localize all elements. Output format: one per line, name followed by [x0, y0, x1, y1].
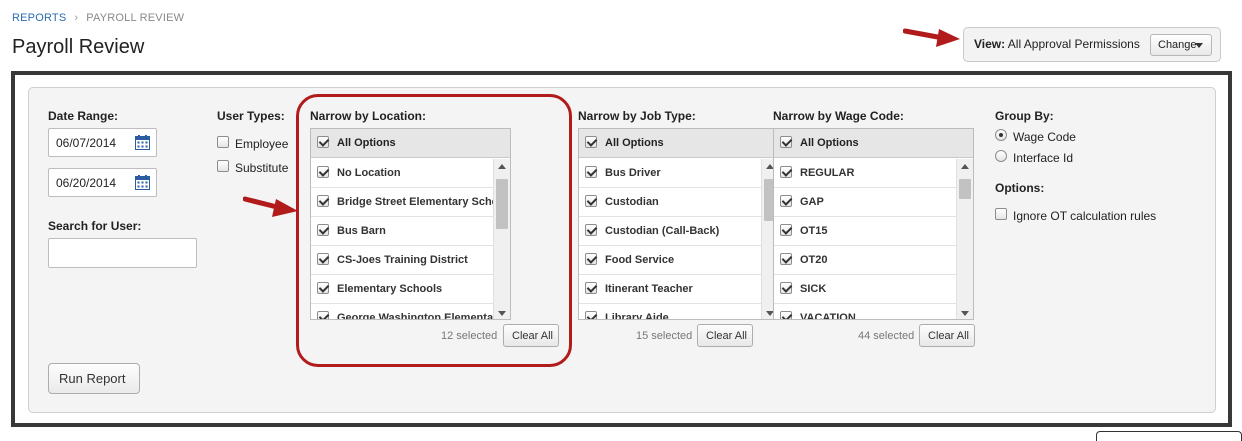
red-arrow-icon	[903, 28, 960, 47]
bottom-tab	[1096, 431, 1242, 441]
interface-id-radio[interactable]	[995, 150, 1007, 162]
list-item-label: Custodian	[605, 196, 659, 208]
employee-label: Employee	[235, 137, 289, 151]
wage-code-radio-label: Wage Code	[1013, 130, 1076, 144]
list-item-label: OT15	[800, 225, 828, 237]
user-types-label: User Types:	[217, 109, 285, 123]
ignore-ot-checkbox[interactable]	[995, 208, 1007, 220]
change-label: Change	[1158, 39, 1197, 51]
view-value: All Approval Permissions	[1007, 37, 1140, 51]
red-arrow-icon	[243, 196, 298, 217]
list-item-label: VACATION	[800, 312, 856, 320]
list-item-checkbox[interactable]	[585, 166, 597, 178]
list-item[interactable]: REGULAR	[774, 159, 958, 188]
list-item-label: OT20	[800, 254, 828, 266]
list-item[interactable]: Food Service	[579, 246, 763, 275]
list-item-label: REGULAR	[800, 167, 855, 179]
options-label: Options:	[995, 181, 1045, 195]
highlight-oval	[296, 94, 572, 367]
breadcrumb-separator: ›	[74, 12, 79, 24]
wage-code-all-checkbox[interactable]	[780, 136, 792, 148]
scrollbar[interactable]	[956, 159, 973, 319]
job-type-label: Narrow by Job Type:	[578, 109, 696, 123]
list-item-checkbox[interactable]	[585, 195, 597, 207]
list-item-label: Library Aide	[605, 312, 669, 320]
list-item-label: GAP	[800, 196, 824, 208]
group-by-label: Group By:	[995, 109, 1054, 123]
ignore-ot-label: Ignore OT calculation rules	[1013, 209, 1157, 223]
wage-code-radio[interactable]	[995, 129, 1007, 141]
start-date-input[interactable]: 06/07/2014	[48, 128, 157, 157]
list-item[interactable]: Itinerant Teacher	[579, 275, 763, 304]
wage-code-listbox[interactable]: All Options REGULAR GAP OT15 OT20 SICK V…	[773, 128, 974, 320]
wage-code-clear-all-button[interactable]: Clear All	[919, 324, 975, 347]
list-item[interactable]: OT15	[774, 217, 958, 246]
job-type-selected-count: 15 selected	[636, 330, 693, 342]
calendar-icon[interactable]	[135, 135, 150, 150]
list-item-checkbox[interactable]	[780, 282, 792, 294]
list-item-checkbox[interactable]	[780, 166, 792, 178]
view-label: View:	[974, 37, 1006, 51]
interface-id-radio-label: Interface Id	[1013, 151, 1074, 165]
list-item-checkbox[interactable]	[585, 282, 597, 294]
date-range-label: Date Range:	[48, 109, 119, 123]
end-date-input[interactable]: 06/20/2014	[48, 168, 157, 197]
list-item-checkbox[interactable]	[780, 195, 792, 207]
page-title: Payroll Review	[12, 36, 145, 58]
wage-code-selected-count: 44 selected	[858, 330, 915, 342]
list-item[interactable]: GAP	[774, 188, 958, 217]
list-item[interactable]: Custodian (Call-Back)	[579, 217, 763, 246]
list-item[interactable]: SICK	[774, 275, 958, 304]
list-item[interactable]: Custodian	[579, 188, 763, 217]
wage-code-all-label: All Options	[800, 137, 859, 149]
list-item[interactable]: VACATION	[774, 304, 958, 320]
view-selector: View: All Approval Permissions Change	[963, 27, 1221, 62]
list-item-checkbox[interactable]	[585, 311, 597, 319]
list-item-label: Bus Driver	[605, 167, 661, 179]
job-type-listbox[interactable]: All Options Bus Driver Custodian Custodi…	[578, 128, 779, 320]
list-item-label: Custodian (Call-Back)	[605, 225, 720, 237]
list-item-checkbox[interactable]	[780, 224, 792, 236]
list-item-checkbox[interactable]	[780, 253, 792, 265]
breadcrumb: REPORTS › PAYROLL REVIEW	[12, 12, 184, 24]
list-item[interactable]: Bus Driver	[579, 159, 763, 188]
breadcrumb-current: PAYROLL REVIEW	[86, 12, 185, 24]
list-item-checkbox[interactable]	[585, 224, 597, 236]
substitute-label: Substitute	[235, 161, 289, 175]
list-item-checkbox[interactable]	[780, 311, 792, 319]
wage-code-all-options[interactable]: All Options	[774, 129, 973, 158]
job-type-clear-all-button[interactable]: Clear All	[697, 324, 753, 347]
calendar-icon[interactable]	[135, 175, 150, 190]
change-view-button[interactable]: Change	[1150, 34, 1212, 56]
scrollbar-thumb[interactable]	[959, 179, 971, 199]
list-item-label: Itinerant Teacher	[605, 283, 693, 295]
list-item-label: SICK	[800, 283, 827, 295]
scroll-up-icon[interactable]	[961, 164, 969, 169]
wage-code-label: Narrow by Wage Code:	[773, 109, 904, 123]
breadcrumb-reports-link[interactable]: REPORTS	[12, 12, 66, 24]
job-type-all-checkbox[interactable]	[585, 136, 597, 148]
job-type-all-options[interactable]: All Options	[579, 129, 778, 158]
substitute-checkbox[interactable]	[217, 160, 229, 172]
end-date-value: 06/20/2014	[56, 176, 117, 190]
list-item-checkbox[interactable]	[585, 253, 597, 265]
search-user-input[interactable]	[48, 238, 197, 268]
employee-checkbox[interactable]	[217, 136, 229, 148]
run-report-button[interactable]: Run Report	[48, 363, 140, 394]
start-date-value: 06/07/2014	[56, 136, 117, 150]
list-item-label: Food Service	[605, 254, 675, 266]
list-item[interactable]: OT20	[774, 246, 958, 275]
search-user-label: Search for User:	[48, 219, 142, 233]
list-item[interactable]: Library Aide	[579, 304, 763, 320]
chevron-down-icon	[1195, 43, 1203, 48]
job-type-all-label: All Options	[605, 137, 664, 149]
scroll-down-icon[interactable]	[961, 311, 969, 316]
